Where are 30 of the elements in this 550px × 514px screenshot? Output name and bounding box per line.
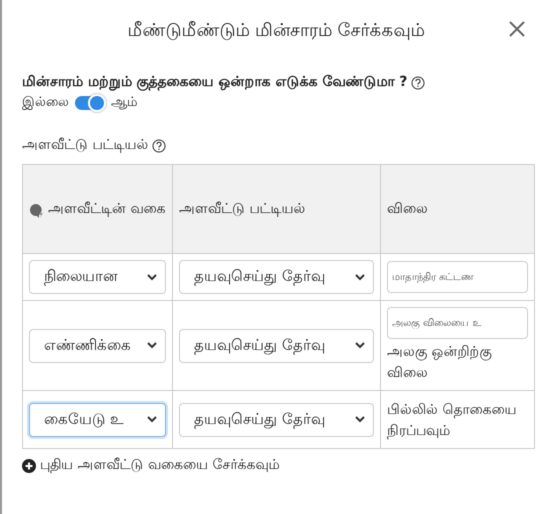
chevron-icon — [147, 342, 157, 349]
dropdown[interactable]: தயவுசெய்து தேர்வு — [179, 402, 374, 436]
price-field[interactable]: அலகு விலையை உ — [387, 307, 528, 339]
chevron-icon — [147, 274, 157, 280]
column-header: அளவீட்டு பட்டியல் — [172, 164, 380, 254]
dropdown[interactable]: நிலையான — [29, 260, 166, 294]
plus-icon — [22, 458, 36, 472]
toggle-switch[interactable] — [75, 96, 105, 110]
column-header: விலை — [380, 164, 534, 254]
off-label: இல்லை — [22, 95, 69, 111]
dropdown[interactable]: தயவுசெய்து தேர்வு — [179, 260, 374, 294]
chevron-icon — [355, 274, 365, 280]
on-label: ஆம் — [111, 95, 137, 111]
price-field[interactable]: மாதாந்திர கட்டண — [387, 261, 528, 293]
help-icon[interactable] — [411, 76, 426, 90]
chevron-icon — [355, 416, 365, 423]
dropdown[interactable]: எண்ணிக்கை — [29, 328, 166, 362]
dropdown[interactable]: தயவுசெய்து தேர்வு — [179, 328, 374, 362]
help-icon[interactable] — [152, 138, 166, 152]
section-title: அளவீட்டு பட்டியல் — [22, 137, 148, 154]
chevron-icon — [355, 342, 365, 349]
chevron-icon — [147, 416, 157, 423]
chat-icon — [29, 202, 45, 218]
add-link[interactable]: புதிய அளவீட்டு வகையை சேர்க்கவும் — [22, 457, 280, 474]
price-note: அலகு ஒன்றிற்கு விலை — [387, 343, 492, 383]
dialog-title: மீண்டுமீண்டும் மின்சாரம் சேர்க்கவும் — [127, 20, 425, 42]
question-label: மின்சாரம் மற்றும் குத்தகையை ஒன்றாக எடுக்க வேண்டுமா ? — [22, 74, 408, 91]
price-note: பில்லில் தொகையை நிரப்பவும் — [387, 401, 518, 442]
column-header: அளவீட்டின் வகை — [22, 164, 172, 254]
dropdown[interactable]: கையேடு உ — [29, 402, 166, 436]
